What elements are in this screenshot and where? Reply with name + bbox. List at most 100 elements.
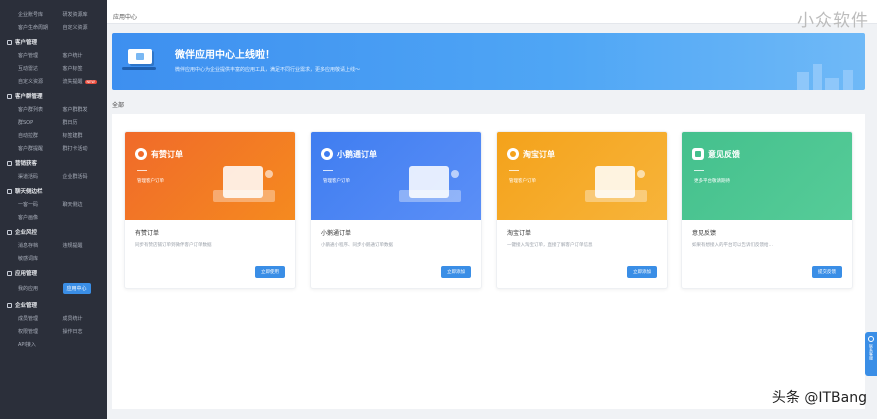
use-now-button[interactable]: 立即使用 [255, 266, 285, 278]
customer-service-float[interactable]: 联系客服 [865, 332, 877, 376]
card-title: 小鹅通订单 [321, 230, 352, 237]
sidebar-group-title[interactable]: 应用管理 [0, 265, 107, 280]
headset-icon [868, 336, 874, 342]
float-help-label: 联系客服 [869, 344, 874, 360]
sidebar-item[interactable]: 客户管理 [18, 49, 63, 62]
app-logo-icon [507, 148, 519, 160]
sidebar-item[interactable]: 群日历 [63, 116, 108, 129]
sidebar-item[interactable]: 标签建群 [63, 129, 108, 142]
card-description: 同步有赞店铺订单到微伴客户订单数据 [135, 243, 212, 248]
sidebar-group-title[interactable]: 营销获客 [0, 155, 107, 170]
banner-title: 微伴应用中心上线啦！ [175, 50, 275, 61]
hero-title: 淘宝订单 [523, 150, 555, 159]
sidebar-item[interactable]: API接入 [18, 338, 63, 351]
hero-subtitle: 管理客户订单 [137, 179, 164, 184]
group-icon [7, 160, 12, 166]
sidebar-top-items: 企业账号库 研发资源库 客户生命周期 自定义资源 [0, 8, 107, 34]
sidebar-item[interactable]: 违规提醒 [63, 239, 108, 252]
sidebar-item[interactable]: 一客一码 [18, 198, 63, 211]
card-title: 有赞订单 [135, 230, 160, 237]
add-now-button[interactable]: 立即添加 [627, 266, 657, 278]
sidebar-item[interactable]: 自动拉群 [18, 129, 63, 142]
sidebar-item[interactable]: 群打卡活动 [63, 142, 108, 155]
sidebar-group-title[interactable]: 企业管理 [0, 297, 107, 312]
sidebar-item[interactable]: 流失提醒 NEW [63, 75, 108, 88]
sidebar-group-title[interactable]: 客户群管理 [0, 88, 107, 103]
topbar: 应用中心 小众软件 [107, 0, 877, 31]
card-title: 意见反馈 [692, 230, 717, 237]
sidebar-item[interactable]: 自定义资源 [63, 21, 108, 34]
group-icon [7, 302, 12, 308]
shopping-illustration-icon [585, 160, 655, 210]
sidebar-item[interactable]: 渠道活码 [18, 170, 63, 183]
new-badge: NEW [84, 79, 97, 84]
store-illustration-icon [213, 160, 283, 210]
sidebar-item[interactable]: 企业账号库 [18, 8, 63, 21]
hero-title: 意见反馈 [708, 150, 740, 159]
announcement-banner: 微伴应用中心上线啦！ 微伴应用中心为企业提供丰富的应用工具，满足不同行业需求，更… [112, 33, 865, 90]
sidebar-item[interactable]: 应用中心 [62, 280, 108, 297]
sidebar-item[interactable]: 敏感词库 [18, 252, 63, 265]
sidebar-item[interactable]: 企业群活码 [63, 170, 108, 183]
sidebar-item[interactable]: 操作日志 [63, 325, 108, 338]
sidebar-item[interactable]: 成员管理 [18, 312, 63, 325]
sidebar-item[interactable]: 自定义资源 [18, 75, 63, 88]
sidebar-item[interactable]: 客户群提醒 [18, 142, 63, 155]
group-icon [7, 270, 12, 276]
sidebar-item[interactable]: 研发资源库 [63, 8, 108, 21]
card-hero: 有赞订单 管理客户订单 [125, 132, 295, 220]
hero-title: 有赞订单 [151, 150, 183, 159]
group-icon [7, 229, 12, 235]
watermark-bottom: 头条 @ITBang [771, 390, 867, 406]
sidebar-group-title[interactable]: 企业风控 [0, 224, 107, 239]
section-label: 全部 [112, 102, 125, 109]
hero-subtitle: 管理客户订单 [509, 179, 536, 184]
card-title: 淘宝订单 [507, 230, 532, 237]
sidebar-item[interactable]: 客户统计 [63, 49, 108, 62]
app-logo-icon [135, 148, 147, 160]
group-icon [7, 39, 12, 45]
sidebar-item[interactable]: 消息存档 [18, 239, 63, 252]
card-description: 一键接入淘宝订单，直接了解客户订单信息 [507, 243, 593, 248]
hero-subtitle: 管理客户订单 [323, 179, 350, 184]
breadcrumb: 应用中心 [113, 14, 138, 21]
sidebar-item[interactable]: 聊天侧边 [63, 198, 108, 211]
card-description: 如果有想接入的平台可以告诉们反馈给… [692, 243, 773, 248]
card-hero: 淘宝订单 管理客户订单 [497, 132, 667, 220]
card-hero: 意见反馈 更多平台敬请期待 [682, 132, 852, 220]
sidebar-group-title[interactable]: 聊天侧边栏 [0, 183, 107, 198]
city-illustration-icon [795, 60, 855, 90]
app-panel: 有赞订单 管理客户订单 有赞订单 同步有赞店铺订单到微伴客户订单数据 立即使用 … [112, 114, 865, 409]
submit-feedback-button[interactable]: 提交反馈 [812, 266, 842, 278]
app-card-youzan[interactable]: 有赞订单 管理客户订单 有赞订单 同步有赞店铺订单到微伴客户订单数据 立即使用 [124, 131, 296, 289]
hero-title: 小鹅通订单 [337, 150, 377, 159]
banner-subtitle: 微伴应用中心为企业提供丰富的应用工具，满足不同行业需求，更多应用敬请上线～ [175, 67, 361, 73]
app-card-feedback[interactable]: 意见反馈 更多平台敬请期待 意见反馈 如果有想接入的平台可以告诉们反馈给… 提交… [681, 131, 853, 289]
card-hero: 小鹅通订单 管理客户订单 [311, 132, 481, 220]
hero-subtitle: 更多平台敬请期待 [694, 179, 730, 184]
sidebar-item[interactable]: 互动雷达 [18, 62, 63, 75]
watermark-top: 小众软件 [797, 11, 869, 31]
app-card-xiaoetong[interactable]: 小鹅通订单 管理客户订单 小鹅通订单 小鹅通小程序、同步小鹅通订单数据 立即添加 [310, 131, 482, 289]
sidebar: 企业账号库 研发资源库 客户生命周期 自定义资源 客户管理 客户管理 客户统计 互动雷… [0, 0, 107, 419]
banner-illustration-icon [122, 45, 157, 75]
sidebar-item[interactable]: 客户群列表 [18, 103, 63, 116]
group-icon [7, 188, 12, 194]
sidebar-item[interactable]: 我的应用 [18, 280, 63, 297]
add-now-button[interactable]: 立即添加 [441, 266, 471, 278]
sidebar-item[interactable]: 群SOP [18, 116, 63, 129]
app-logo-icon [321, 148, 333, 160]
app-card-taobao[interactable]: 淘宝订单 管理客户订单 淘宝订单 一键接入淘宝订单，直接了解客户订单信息 立即添… [496, 131, 668, 289]
group-icon [7, 93, 12, 99]
device-illustration-icon [399, 160, 469, 210]
feedback-icon [692, 148, 704, 160]
sidebar-group-title[interactable]: 客户管理 [0, 34, 107, 49]
sidebar-item[interactable]: 客户画像 [18, 211, 63, 224]
sidebar-groups: 客户管理 客户管理 客户统计 互动雷达 客户标签 自定义资源 流失提醒 NEW 客户群管理 客户群… [0, 34, 107, 351]
card-description: 小鹅通小程序、同步小鹅通订单数据 [321, 243, 393, 248]
sidebar-item[interactable]: 客户标签 [63, 62, 108, 75]
sidebar-item[interactable]: 成员统计 [63, 312, 108, 325]
sidebar-item[interactable]: 权限管理 [18, 325, 63, 338]
sidebar-item[interactable]: 客户生命周期 [18, 21, 63, 34]
sidebar-item[interactable]: 客户群群发 [63, 103, 108, 116]
